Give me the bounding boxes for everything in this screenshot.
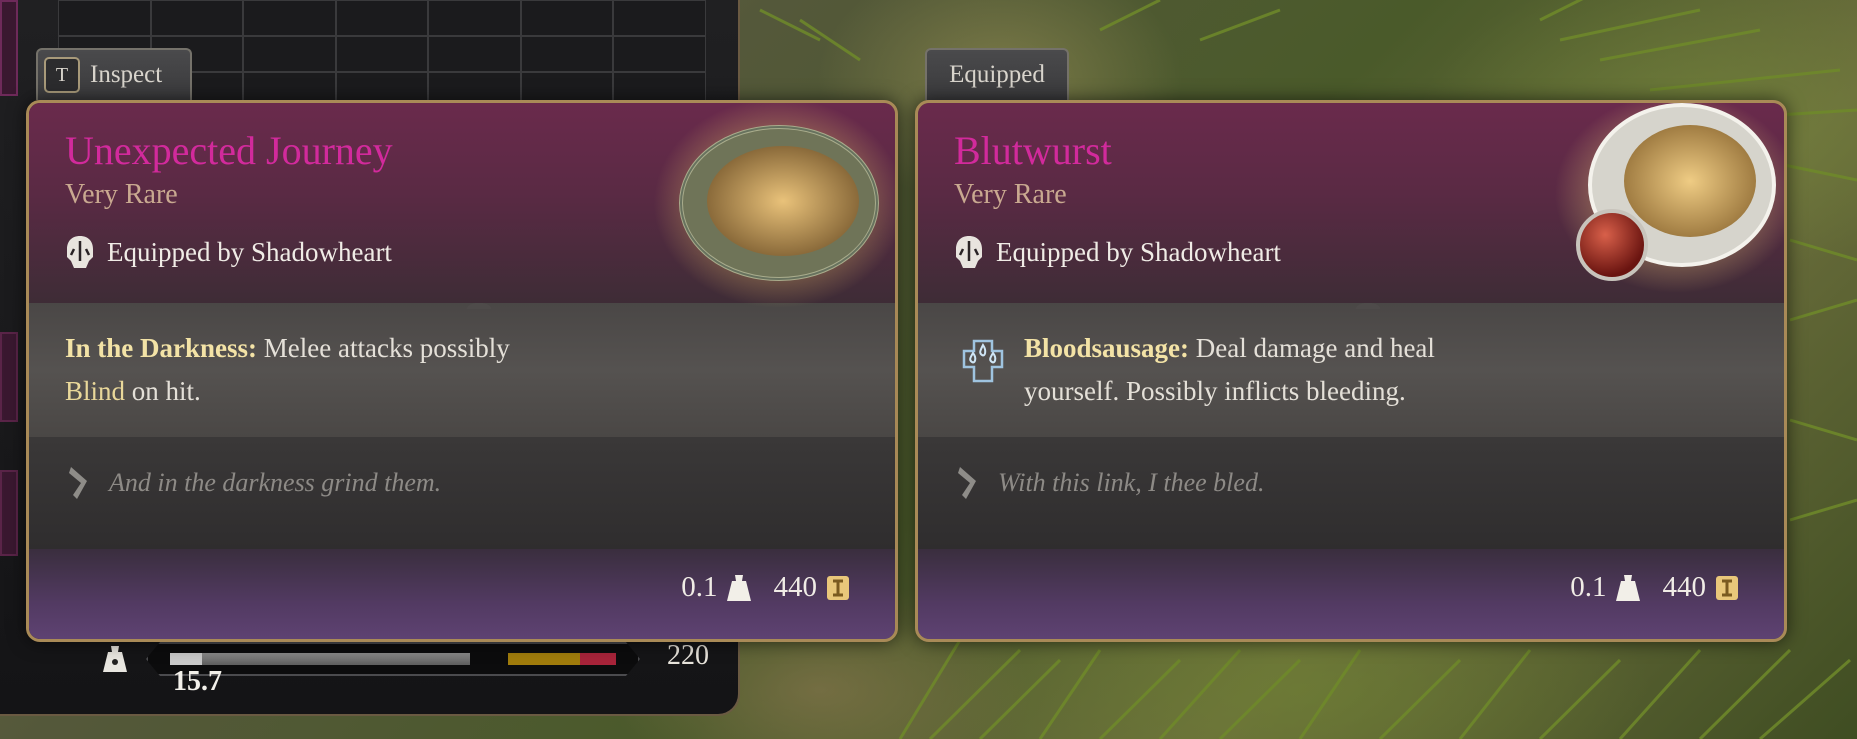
equipped-by-text: Equipped by Shadowheart <box>107 236 392 267</box>
inventory-slot[interactable] <box>613 36 706 72</box>
item-tooltip-card: Unexpected Journey Very Rare Equipped by… <box>26 100 898 642</box>
inventory-slot[interactable] <box>243 0 336 36</box>
inspect-key-badge: T <box>44 57 80 93</box>
lore-text: And in the darkness grind them. <box>109 468 442 497</box>
passive-text: Melee attacks possibly <box>257 333 510 363</box>
gold-coin-icon <box>827 575 849 600</box>
equipped-by-row: Equipped by Shadowheart <box>954 235 1281 269</box>
condition-keyword-link[interactable]: Blind <box>65 376 125 406</box>
passive-text: yourself. Possibly inflicts bleeding. <box>1024 376 1406 406</box>
item-value: 440 <box>773 571 818 603</box>
inspect-tab[interactable]: T Inspect <box>36 48 192 100</box>
equipped-by-row: Equipped by Shadowheart <box>65 235 392 269</box>
ring-icon <box>1555 103 1784 293</box>
passive-title: Bloodsausage: <box>1024 333 1190 363</box>
item-name: Blutwurst <box>954 128 1112 173</box>
item-rarity: Very Rare <box>65 179 178 210</box>
weight-icon <box>1615 574 1640 601</box>
equipped-tab[interactable]: Equipped <box>925 48 1069 100</box>
inventory-slot[interactable] <box>428 0 521 36</box>
passive-description: In the Darkness: Melee attacks possibly … <box>65 327 625 413</box>
inventory-slot[interactable] <box>150 0 244 36</box>
equipped-tab-label: Equipped <box>949 61 1045 88</box>
item-tooltip-card: Blutwurst Very Rare Equipped by Shadowhe… <box>915 100 1787 642</box>
weight-bar-used <box>170 653 470 665</box>
weight-bar-current <box>170 653 202 665</box>
equipment-slot[interactable] <box>0 470 18 556</box>
lore-text: With this link, I thee bled. <box>998 468 1265 497</box>
passive-text: Deal damage and heal <box>1189 333 1435 363</box>
inventory-slot[interactable] <box>243 36 336 72</box>
lore-row: And in the darkness grind them. <box>65 463 441 503</box>
weight-current-value: 15.7 <box>173 666 222 697</box>
ring-icon <box>654 103 895 308</box>
equipment-slot[interactable] <box>0 0 18 96</box>
equipment-slot[interactable] <box>0 332 18 422</box>
lore-row: With this link, I thee bled. <box>954 463 1264 503</box>
weight-bar-encumbered <box>508 653 580 665</box>
item-weight: 0.1 <box>681 571 718 603</box>
blood-drops-icon[interactable] <box>956 331 1010 385</box>
helmet-icon <box>67 236 93 268</box>
passive-text: on hit. <box>125 376 201 406</box>
section-divider <box>1348 429 1388 443</box>
quill-icon <box>69 467 87 499</box>
passive-description: Bloodsausage: Deal damage and heal yours… <box>1024 327 1584 413</box>
inventory-slot[interactable] <box>520 36 614 72</box>
section-divider <box>459 429 499 443</box>
weight-icon <box>726 574 751 601</box>
inspect-tab-label: Inspect <box>90 61 163 88</box>
section-divider <box>459 295 499 309</box>
inventory-slot[interactable] <box>58 0 151 36</box>
item-name: Unexpected Journey <box>65 128 393 173</box>
item-value: 440 <box>1662 571 1707 603</box>
inventory-slot[interactable] <box>520 0 614 36</box>
inventory-slot[interactable] <box>428 36 521 72</box>
quill-icon <box>958 467 976 499</box>
item-stats: 0.1 440 <box>1570 571 1740 604</box>
carry-weight-row: 220 15.7 <box>100 638 720 697</box>
weight-bar-overloaded <box>580 653 616 665</box>
equipped-by-text: Equipped by Shadowheart <box>996 236 1281 267</box>
inventory-slot[interactable] <box>335 36 429 72</box>
helmet-icon <box>956 236 982 268</box>
weight-icon <box>100 644 130 674</box>
weight-max-value: 220 <box>667 640 709 671</box>
gold-coin-icon <box>1716 575 1738 600</box>
section-divider <box>1348 295 1388 309</box>
item-rarity: Very Rare <box>954 179 1067 210</box>
item-weight: 0.1 <box>1570 571 1607 603</box>
inventory-slot[interactable] <box>613 0 706 36</box>
item-stats: 0.1 440 <box>681 571 851 604</box>
inventory-slot[interactable] <box>335 0 429 36</box>
passive-title: In the Darkness: <box>65 333 258 363</box>
